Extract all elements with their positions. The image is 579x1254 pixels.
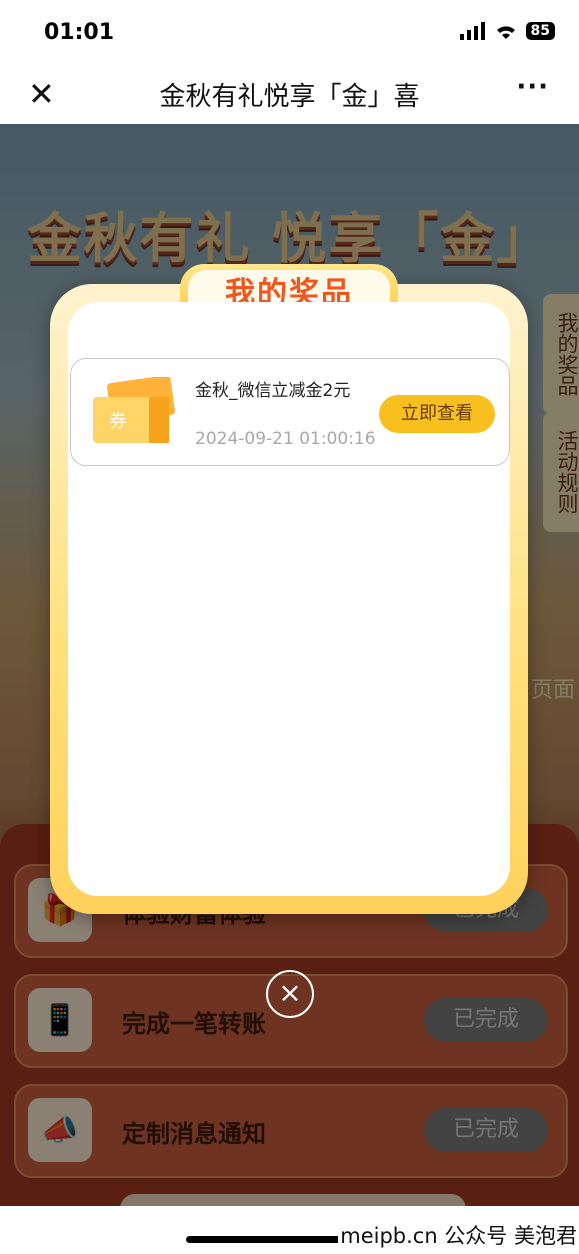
status-bar: 01:01 85 [0,0,579,66]
status-time: 01:01 [44,20,115,45]
coupon-text: 券 [109,411,127,432]
status-icons: 85 [459,22,555,40]
more-icon[interactable]: ··· [516,72,549,102]
modal-close-icon[interactable]: × [266,970,314,1018]
page-title: 金秋有礼悦享「金」喜 [159,82,420,112]
prize-name: 金秋_微信立减金2元 [195,381,351,401]
nav-bar: ✕ 金秋有礼悦享「金」喜 ··· [0,66,579,124]
prizes-modal: 我的奖品 券 金秋_微信立减金2元 2024-09-21 01:00:16 立即… [50,264,528,914]
prize-date: 2024-09-21 01:00:16 [195,429,376,449]
view-now-button[interactable]: 立即查看 [379,395,495,433]
coupon-icon: 券 [93,377,175,443]
battery-icon: 85 [525,22,555,40]
prize-item: 券 金秋_微信立减金2元 2024-09-21 01:00:16 立即查看 [70,358,510,466]
watermark: meipb.cn 公众号 美泡君 [338,1220,579,1250]
signal-icon [459,22,485,40]
wifi-icon [496,26,515,39]
